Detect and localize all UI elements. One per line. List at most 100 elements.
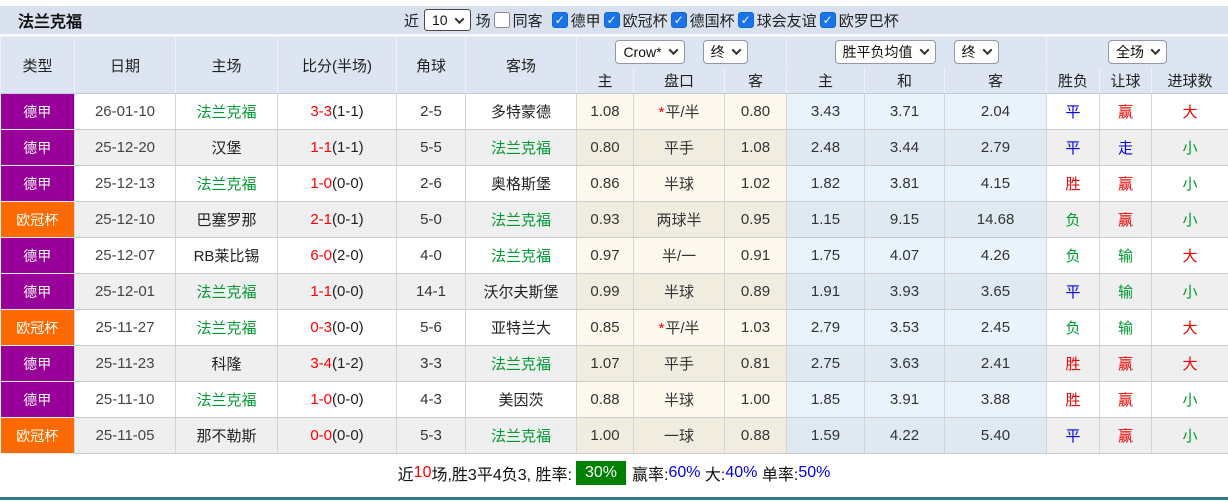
handicap-outcome: 走 bbox=[1099, 129, 1153, 166]
recent-count-select[interactable]: 10 bbox=[424, 9, 471, 31]
handicap-outcome: 赢 bbox=[1099, 165, 1153, 202]
crow-handicap: 半球 bbox=[633, 165, 725, 202]
crow-away-odds: 0.89 bbox=[724, 273, 788, 310]
chevron-down-icon bbox=[1150, 45, 1161, 56]
avg-away-odds: 4.15 bbox=[944, 165, 1048, 202]
chevron-down-icon bbox=[668, 45, 679, 56]
handicap-text: 两球半 bbox=[656, 212, 702, 229]
goals-outcome: 小 bbox=[1151, 273, 1228, 310]
match-date: 25-12-13 bbox=[74, 165, 176, 202]
result-outcome: 胜 bbox=[1046, 381, 1101, 418]
match-row: 德甲 25-12-13 法兰克福 1-0(0-0) 2-6 奥格斯堡 0.86 半球 1.02 1… bbox=[0, 165, 1228, 202]
match-row: 德甲 25-12-07 RB莱比锡 6-0(2-0) 4-0 法兰克福 0.97 半/一 0.9… bbox=[0, 237, 1228, 274]
avg-dropdown-group: 胜平负均值 终 bbox=[786, 36, 1048, 67]
away-team: 美因茨 bbox=[465, 381, 577, 418]
summary-segment-8: 单率: bbox=[757, 467, 799, 484]
fulltime-score: 6-0 bbox=[310, 247, 332, 264]
competition-checkbox[interactable]: ✓ bbox=[737, 12, 754, 28]
avg-odds-select[interactable]: 胜平负均值 bbox=[834, 39, 936, 64]
avg-home-odds: 2.48 bbox=[786, 129, 866, 166]
competition-label: 球会友谊 bbox=[756, 12, 817, 30]
result-outcome: 平 bbox=[1046, 93, 1101, 130]
filter-group: 近 10 场 同客 ✓ 德甲 ✓ 欧冠杯 ✓ 德国杯 ✓ 球会友谊 ✓ 欧罗巴杯 bbox=[404, 6, 899, 34]
result-outcome: 负 bbox=[1046, 201, 1101, 238]
crow-handicap: 平手 bbox=[633, 345, 725, 382]
col-header-type: 类型 bbox=[0, 36, 75, 94]
match-score: 3-3(1-1) bbox=[277, 93, 397, 130]
home-team: RB莱比锡 bbox=[175, 237, 278, 274]
summary-segment-0: 近 bbox=[397, 467, 414, 484]
halftime-score: (2-0) bbox=[332, 247, 364, 264]
summary-segment-1: 10 bbox=[413, 464, 432, 481]
goals-outcome: 小 bbox=[1151, 417, 1228, 454]
handicap-text: 一球 bbox=[663, 428, 694, 445]
title-bar: 法兰克福 近 10 场 同客 ✓ 德甲 ✓ 欧冠杯 ✓ 德国杯 ✓ 球会友谊 ✓ 欧罗巴杯 bbox=[0, 6, 1228, 36]
handicap-text: 平/半 bbox=[665, 320, 700, 337]
col-header-score: 比分(半场) bbox=[277, 36, 397, 94]
result-outcome: 平 bbox=[1046, 273, 1101, 310]
result-outcome: 胜 bbox=[1046, 345, 1101, 382]
halftime-score: (0-0) bbox=[332, 319, 364, 336]
sub-header-crow-home: 主 bbox=[576, 66, 634, 94]
summary-segment-3: 30% bbox=[575, 461, 626, 485]
match-date: 25-12-20 bbox=[74, 129, 176, 166]
halftime-score: (1-1) bbox=[332, 103, 364, 120]
crow-home-odds: 0.93 bbox=[576, 201, 634, 238]
chevron-down-icon bbox=[731, 45, 742, 56]
corner-score: 2-5 bbox=[396, 93, 466, 130]
crow-handicap: *平/半 bbox=[633, 309, 725, 346]
league-badge: 德甲 bbox=[0, 237, 75, 274]
match-row: 德甲 25-12-01 法兰克福 1-1(0-0) 14-1 沃尔夫斯堡 0.99 半球 0.8… bbox=[0, 273, 1228, 310]
avg-time-select[interactable]: 终 bbox=[953, 39, 999, 64]
goals-outcome: 小 bbox=[1151, 165, 1228, 202]
goals-outcome: 小 bbox=[1151, 381, 1228, 418]
goals-outcome: 大 bbox=[1151, 309, 1228, 346]
crow-handicap: 半/一 bbox=[633, 237, 725, 274]
away-team: 沃尔夫斯堡 bbox=[465, 273, 577, 310]
chevron-down-icon bbox=[919, 45, 929, 56]
avg-away-odds: 2.41 bbox=[944, 345, 1048, 382]
crow-home-odds: 0.99 bbox=[576, 273, 634, 310]
corner-score: 5-5 bbox=[396, 129, 466, 166]
odds-time-select[interactable]: 终 bbox=[702, 39, 748, 64]
same-venue-checkbox[interactable] bbox=[493, 12, 510, 28]
match-date: 25-12-07 bbox=[74, 237, 176, 274]
match-stats-panel: 法兰克福 近 10 场 同客 ✓ 德甲 ✓ 欧冠杯 ✓ 德国杯 ✓ 球会友谊 ✓ 欧罗巴杯 类型 … bbox=[0, 0, 1228, 502]
match-score: 3-4(1-2) bbox=[277, 345, 397, 382]
handicap-outcome: 赢 bbox=[1099, 417, 1153, 454]
goals-outcome: 大 bbox=[1151, 345, 1228, 382]
match-score: 0-3(0-0) bbox=[277, 309, 397, 346]
handicap-outcome: 赢 bbox=[1099, 381, 1153, 418]
crow-home-odds: 0.80 bbox=[576, 129, 634, 166]
competition-checkbox[interactable]: ✓ bbox=[819, 12, 836, 28]
sub-header-result: 胜负 bbox=[1046, 66, 1101, 94]
result-scope-select[interactable]: 全场 bbox=[1108, 39, 1168, 64]
avg-draw-odds: 4.22 bbox=[864, 417, 946, 454]
match-score: 1-1(1-1) bbox=[277, 129, 397, 166]
corner-score: 5-6 bbox=[396, 309, 466, 346]
home-team: 法兰克福 bbox=[175, 93, 278, 130]
goals-outcome: 小 bbox=[1151, 129, 1228, 166]
fulltime-score: 1-1 bbox=[310, 139, 332, 156]
avg-away-odds: 3.88 bbox=[944, 381, 1048, 418]
same-venue-label: 同客 bbox=[512, 12, 543, 30]
competition-label: 德国杯 bbox=[689, 12, 735, 30]
summary-footer: 近 10 场,胜3平4负3, 胜率: 30% 赢率: 60% 大: 40% 单率: 50% bbox=[0, 454, 1228, 492]
handicap-text: 半球 bbox=[663, 392, 694, 409]
bookmaker-select[interactable]: Crow* bbox=[615, 39, 685, 64]
competition-checkbox[interactable]: ✓ bbox=[603, 12, 620, 28]
crow-away-odds: 0.95 bbox=[724, 201, 788, 238]
avg-away-odds: 2.45 bbox=[944, 309, 1048, 346]
halftime-score: (0-0) bbox=[332, 283, 364, 300]
handicap-outcome: 赢 bbox=[1099, 201, 1153, 238]
avg-home-odds: 1.15 bbox=[786, 201, 866, 238]
competition-checkbox[interactable]: ✓ bbox=[670, 12, 687, 28]
fulltime-score: 1-0 bbox=[310, 391, 332, 408]
competition-checkbox[interactable]: ✓ bbox=[551, 12, 568, 28]
crow-handicap: 半球 bbox=[633, 381, 725, 418]
league-badge: 德甲 bbox=[0, 345, 75, 382]
match-date: 25-11-05 bbox=[74, 417, 176, 454]
match-date: 25-12-10 bbox=[74, 201, 176, 238]
corner-score: 5-3 bbox=[396, 417, 466, 454]
competition-label: 欧罗巴杯 bbox=[838, 12, 899, 30]
